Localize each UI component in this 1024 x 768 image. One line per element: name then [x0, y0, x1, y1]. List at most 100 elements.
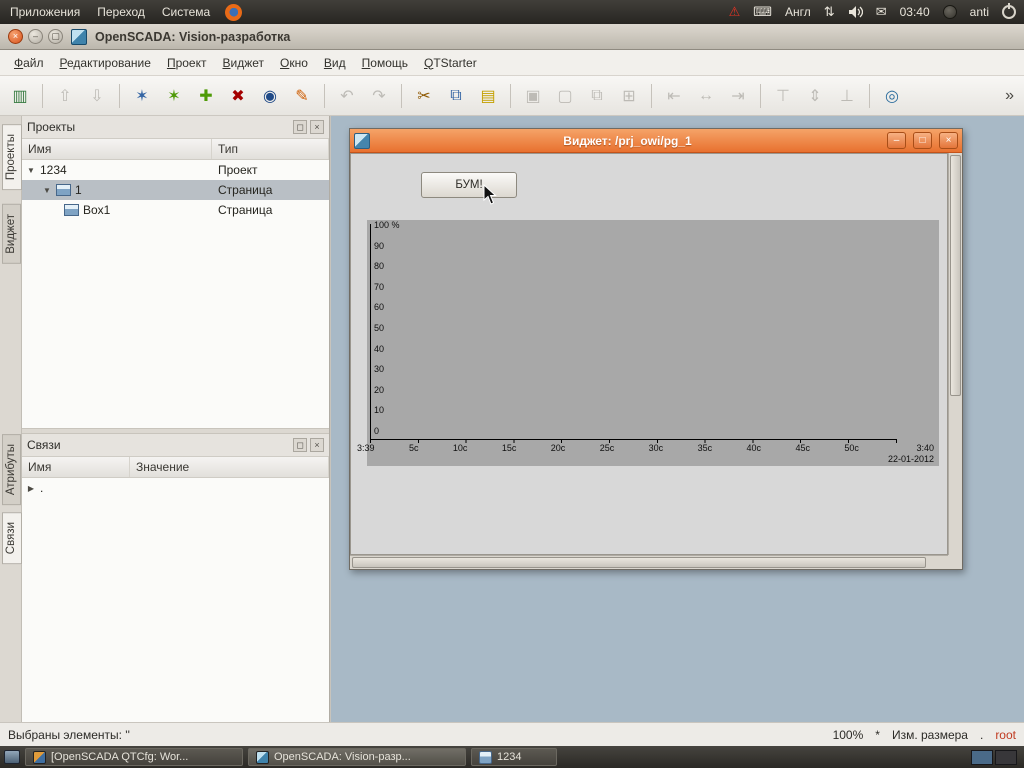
visual-item-properties-button[interactable]: ◉ — [255, 81, 285, 111]
updown-arrows-icon[interactable]: ⇅ — [824, 4, 835, 20]
window-close-button[interactable]: × — [8, 29, 23, 44]
block-up-button[interactable]: ⇧ — [50, 81, 80, 111]
dock-close-icon[interactable]: × — [310, 120, 324, 134]
taskbar-item-vision[interactable]: OpenSCADA: Vision-разр... — [248, 748, 466, 766]
block-down-button[interactable]: ⇩ — [82, 81, 112, 111]
taskbar-item-qtcfg[interactable]: [OpenSCADA QTCfg: Wor... — [25, 748, 243, 766]
widget-maximize-button[interactable]: □ — [913, 132, 932, 149]
expander-icon[interactable]: ▼ — [26, 166, 36, 175]
redo-button[interactable]: ↷ — [364, 81, 394, 111]
trend-chart-widget[interactable]: 100 % 90 80 70 60 50 40 30 20 10 0 — [367, 220, 939, 466]
paste-button[interactable]: ▤ — [473, 81, 503, 111]
taskbar-item-1234[interactable]: 1234 — [471, 748, 557, 766]
window-minimize-button[interactable]: – — [28, 29, 43, 44]
column-header-name[interactable]: Имя — [22, 457, 130, 477]
lower-widget-button[interactable]: ▢ — [550, 81, 580, 111]
dock-float-icon[interactable]: ◻ — [293, 120, 307, 134]
widget-window-titlebar[interactable]: Виджет: /prj_owi/pg_1 – □ × — [350, 129, 962, 153]
keyboard-layout-label[interactable]: Англ — [785, 5, 811, 19]
cut-button[interactable]: ✂ — [409, 81, 439, 111]
align-left-button[interactable]: ⇤ — [659, 81, 689, 111]
menu-window[interactable]: Окно — [272, 52, 316, 74]
align-right-button[interactable]: ⇥ — [723, 81, 753, 111]
firefox-icon[interactable] — [225, 4, 242, 21]
vision-app-icon — [256, 751, 269, 764]
tree-row-page-1[interactable]: ▼ 1 Страница — [22, 180, 329, 200]
edit-visual-item-button[interactable]: ✎ — [287, 81, 317, 111]
column-header-type[interactable]: Тип — [212, 139, 329, 159]
menu-project[interactable]: Проект — [159, 52, 215, 74]
clock[interactable]: 03:40 — [900, 5, 930, 19]
tree-item-type: Страница — [212, 203, 329, 217]
tab-projects[interactable]: Проекты — [2, 124, 22, 190]
mouse-cursor — [483, 184, 499, 205]
align-hcenter-button[interactable]: ↔ — [691, 81, 721, 111]
undo-icon: ↶ — [340, 86, 353, 106]
widget-minimize-button[interactable]: – — [887, 132, 906, 149]
widget-edit-canvas[interactable]: БУМ! 100 % 90 80 70 60 — [350, 153, 948, 555]
statusbar-modified-flag: * — [875, 728, 880, 742]
add-page-button[interactable]: ✚ — [191, 81, 221, 111]
tree-row-page-box1[interactable]: Box1 Страница — [22, 200, 329, 220]
menu-view[interactable]: Вид — [316, 52, 354, 74]
links-row-root[interactable]: ▶ . — [22, 478, 329, 498]
volume-icon[interactable] — [848, 5, 863, 19]
window-maximize-button[interactable]: ▢ — [48, 29, 63, 44]
new-widget-library-button[interactable]: ✶ — [127, 81, 157, 111]
menu-help[interactable]: Помощь — [354, 52, 416, 74]
dock-tabstrip: Проекты Виджет Атрибуты Связи — [0, 116, 22, 722]
dock-float-icon[interactable]: ◻ — [293, 438, 307, 452]
group-widgets-button[interactable]: ⧉ — [582, 81, 612, 111]
vertical-scrollbar[interactable] — [948, 153, 962, 555]
undo-button[interactable]: ↶ — [332, 81, 362, 111]
ungroup-widgets-button[interactable]: ⊞ — [614, 81, 644, 111]
copy-button[interactable]: ⧉ — [441, 81, 471, 111]
app-titlebar: × – ▢ OpenSCADA: Vision-разработка — [0, 24, 1024, 50]
align-top-button[interactable]: ⊤ — [768, 81, 798, 111]
statusbar-user[interactable]: root — [995, 728, 1016, 742]
boom-button[interactable]: БУМ! — [421, 172, 517, 198]
menu-system[interactable]: Система — [160, 3, 212, 21]
mail-icon[interactable]: ✉ — [876, 4, 887, 20]
menu-qtstarter[interactable]: QTStarter — [416, 52, 485, 74]
expander-icon[interactable]: ▼ — [42, 186, 52, 195]
toolbar-overflow-chevron[interactable]: » — [999, 87, 1020, 105]
warning-icon[interactable]: ⚠ — [729, 4, 741, 20]
vertical-scrollbar-handle[interactable] — [950, 155, 961, 396]
power-icon[interactable] — [1002, 5, 1016, 19]
toolbar-separator — [119, 84, 120, 108]
menu-edit[interactable]: Редактирование — [52, 52, 159, 74]
user-status-icon[interactable] — [943, 5, 957, 19]
keyboard-layout-icon[interactable]: ⌨ — [753, 4, 772, 20]
align-vcenter-button[interactable]: ⇕ — [800, 81, 830, 111]
menu-places[interactable]: Переход — [95, 3, 147, 21]
statusbar-zoom[interactable]: 100% — [833, 728, 864, 742]
window-list-icon[interactable] — [4, 750, 20, 764]
column-header-value[interactable]: Значение — [130, 457, 329, 477]
run-execution-button[interactable]: ◎ — [877, 81, 907, 111]
workspace-1[interactable] — [971, 750, 993, 765]
tab-links[interactable]: Связи — [2, 512, 22, 564]
menu-file[interactable]: Файл — [6, 52, 52, 74]
horizontal-scrollbar-handle[interactable] — [352, 557, 926, 568]
raise-widget-button[interactable]: ▣ — [518, 81, 548, 111]
expander-icon[interactable]: ▶ — [26, 484, 36, 493]
column-header-name[interactable]: Имя — [22, 139, 212, 159]
menu-applications[interactable]: Приложения — [8, 3, 82, 21]
username[interactable]: anti — [970, 5, 989, 19]
align-bottom-button[interactable]: ⊥ — [832, 81, 862, 111]
tab-attributes[interactable]: Атрибуты — [2, 434, 21, 505]
statusbar-mode[interactable]: Изм. размера — [892, 728, 968, 742]
horizontal-scrollbar[interactable] — [350, 555, 948, 569]
tab-widget[interactable]: Виджет — [2, 204, 21, 264]
menu-widget[interactable]: Виджет — [214, 52, 272, 74]
ungroup-widgets-icon: ⊞ — [622, 86, 635, 106]
workspace-2[interactable] — [995, 750, 1017, 765]
delete-visual-item-button[interactable]: ✖ — [223, 81, 253, 111]
taskbar: [OpenSCADA QTCfg: Wor... OpenSCADA: Visi… — [0, 746, 1024, 768]
dock-close-icon[interactable]: × — [310, 438, 324, 452]
tree-row-project-1234[interactable]: ▼ 1234 Проект — [22, 160, 329, 180]
widget-close-button[interactable]: × — [939, 132, 958, 149]
add-visual-item-button[interactable]: ✶ — [159, 81, 189, 111]
load-db-button[interactable]: ▥ — [5, 81, 35, 111]
